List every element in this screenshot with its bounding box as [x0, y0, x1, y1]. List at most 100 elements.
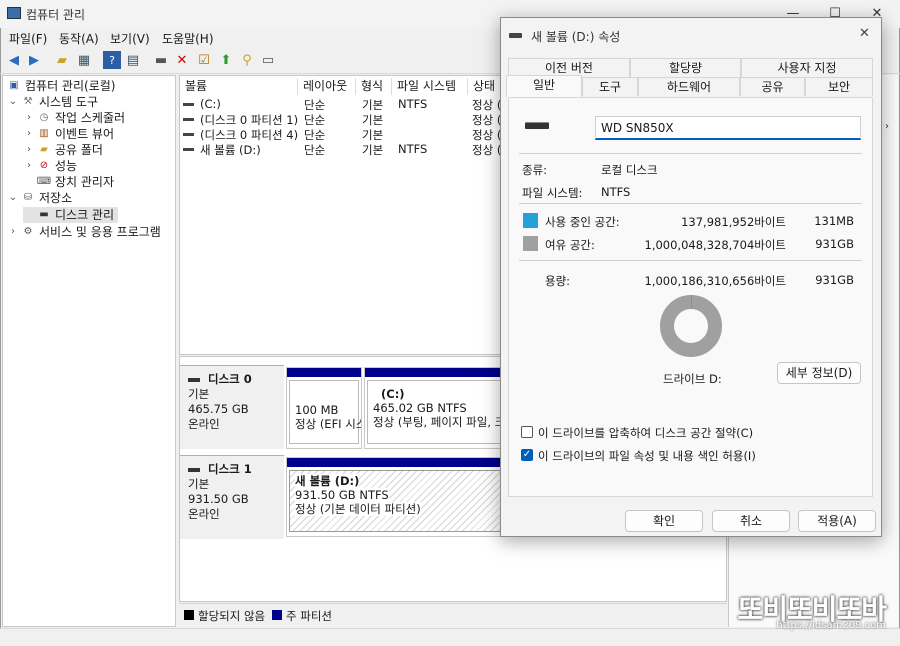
- delete-icon[interactable]: ✕: [173, 51, 191, 69]
- volume-name-input[interactable]: WD SN850X: [595, 116, 861, 140]
- shared-folder-icon: ▰: [40, 144, 48, 155]
- drive-letter-label: 드라이브 D:: [663, 372, 722, 386]
- cancel-button[interactable]: 취소: [712, 510, 790, 532]
- filesystem-label: 파일 시스템:: [522, 186, 583, 200]
- tree-services-apps[interactable]: › ⚙ 서비스 및 응용 프로그램: [7, 224, 161, 240]
- dialog-close-button[interactable]: ✕: [859, 26, 870, 41]
- apply-button[interactable]: 적용(A): [798, 510, 876, 532]
- column-header-filesystem[interactable]: 파일 시스템: [392, 78, 468, 95]
- tree-shared-folders[interactable]: › ▰ 공유 폴더: [23, 142, 103, 158]
- disk-icon: [188, 377, 200, 382]
- search-icon[interactable]: ⚲: [238, 51, 256, 69]
- used-space-label: 사용 중인 공간:: [545, 215, 620, 229]
- tree-event-viewer[interactable]: › ▥ 이벤트 뷰어: [23, 126, 114, 142]
- tree-disk-management[interactable]: ▬ 디스크 관리: [23, 207, 119, 223]
- performance-icon: ⊘: [39, 160, 49, 171]
- ok-button[interactable]: 확인: [625, 510, 703, 532]
- free-space-swatch: [523, 236, 538, 251]
- chevron-right-icon[interactable]: ›: [7, 224, 19, 240]
- help-icon[interactable]: ?: [103, 51, 121, 69]
- details-button[interactable]: 세부 정보(D): [777, 362, 861, 384]
- tab-hardware[interactable]: 하드웨어: [638, 77, 740, 96]
- column-header-layout[interactable]: 레이아웃: [298, 78, 356, 95]
- navigation-tree: ▣ 컴퓨터 관리(로컬) ⌄ ⚒ 시스템 도구 › ◷ 작업 스케줄러 › ▥ …: [2, 75, 176, 627]
- menu-file[interactable]: 파일(F): [9, 30, 47, 47]
- properties-dialog: 새 볼륨 (D:) 속성 ✕ 이전 버전 할당량 사용자 지정 일반 도구 하드…: [500, 17, 882, 537]
- list-icon[interactable]: ▭: [259, 51, 277, 69]
- index-checkbox[interactable]: ✓: [521, 449, 533, 461]
- disk-0-label[interactable]: 디스크 0 기본 465.75 GB 온라인: [180, 365, 284, 449]
- tab-row-bottom: 일반 도구 하드웨어 공유 보안: [506, 75, 873, 97]
- storage-icon: ⛁: [23, 192, 33, 203]
- properties-icon[interactable]: ▤: [124, 51, 142, 69]
- column-header-volume[interactable]: 볼륨: [180, 78, 298, 95]
- unallocated-swatch: [184, 610, 194, 620]
- general-panel: WD SN850X 종류: 로컬 디스크 파일 시스템: NTFS 사용 중인 …: [508, 97, 873, 497]
- tree-system-tools[interactable]: ⌄ ⚒ 시스템 도구: [7, 94, 98, 110]
- drive-icon: [183, 133, 194, 136]
- status-bar: [0, 628, 900, 646]
- chevron-down-icon[interactable]: ⌄: [7, 190, 19, 206]
- tab-quota[interactable]: 할당량: [630, 58, 741, 77]
- compress-label: 이 드라이브를 압축하여 디스크 공간 절약(C): [538, 426, 754, 440]
- tab-general[interactable]: 일반: [506, 75, 582, 97]
- usage-donut-chart: [660, 295, 722, 357]
- check-icon[interactable]: ☑: [195, 51, 213, 69]
- legend: 할당되지 않음 주 파티션: [179, 603, 727, 625]
- tree-task-scheduler[interactable]: › ◷ 작업 스케줄러: [23, 110, 125, 126]
- chevron-right-icon[interactable]: ›: [23, 110, 35, 126]
- watermark-url: https://idsam209.com: [776, 620, 886, 631]
- capacity-label: 용량:: [545, 274, 571, 288]
- forward-icon[interactable]: ▶: [25, 51, 43, 69]
- type-label: 종류:: [522, 163, 548, 177]
- folder-up-icon[interactable]: ▰: [53, 51, 71, 69]
- tree-performance[interactable]: › ⊘ 성능: [23, 158, 77, 174]
- capacity-size: 931GB: [815, 273, 854, 287]
- primary-partition-swatch: [272, 610, 282, 620]
- drive-icon: [509, 33, 522, 38]
- drive-icon: [183, 118, 194, 121]
- back-icon[interactable]: ◀: [5, 51, 23, 69]
- drive-icon: [525, 123, 549, 129]
- app-icon: [7, 7, 21, 19]
- connect-icon[interactable]: ▬: [152, 51, 170, 69]
- chevron-right-icon[interactable]: ›: [23, 126, 35, 142]
- disk-1-label[interactable]: 디스크 1 기본 931.50 GB 온라인: [180, 455, 284, 539]
- scroll-arrow-icon[interactable]: ›: [885, 121, 889, 132]
- chevron-right-icon[interactable]: ›: [23, 158, 35, 174]
- legend-unallocated: 할당되지 않음: [198, 609, 266, 623]
- tab-security[interactable]: 보안: [805, 77, 873, 96]
- index-label: 이 드라이브의 파일 속성 및 내용 색인 허용(I): [538, 449, 756, 463]
- free-space-bytes: 1,000,048,328,704바이트: [644, 238, 786, 252]
- menu-help[interactable]: 도움말(H): [162, 30, 214, 47]
- tree-device-manager[interactable]: ⌨ 장치 관리자: [23, 174, 114, 190]
- chevron-right-icon[interactable]: ›: [23, 142, 35, 158]
- drive-icon: [183, 103, 194, 106]
- show-tree-icon[interactable]: ▦: [75, 51, 93, 69]
- column-header-type[interactable]: 형식: [356, 78, 392, 95]
- tab-customize[interactable]: 사용자 지정: [741, 58, 873, 77]
- drive-icon: [183, 148, 194, 151]
- tab-tools[interactable]: 도구: [582, 77, 638, 96]
- free-space-ring: [660, 295, 722, 357]
- used-space-size: 131MB: [814, 214, 854, 228]
- chevron-down-icon[interactable]: ⌄: [7, 94, 19, 110]
- upload-icon[interactable]: ⬆: [217, 51, 235, 69]
- menu-action[interactable]: 동작(A): [59, 30, 99, 47]
- used-space-swatch: [523, 213, 538, 228]
- partition-efi[interactable]: 100 MB 정상 (EFI 시스: [286, 367, 362, 449]
- compress-checkbox[interactable]: [521, 426, 533, 438]
- tab-sharing[interactable]: 공유: [740, 77, 805, 96]
- filesystem-value: NTFS: [601, 185, 631, 199]
- disk-icon: ▬: [39, 209, 49, 220]
- computer-icon: ▣: [9, 80, 19, 91]
- tree-root[interactable]: ▣ 컴퓨터 관리(로컬): [5, 78, 115, 94]
- menu-view[interactable]: 보기(V): [110, 30, 150, 47]
- event-viewer-icon: ▥: [39, 128, 49, 139]
- services-icon: ⚙: [23, 226, 33, 237]
- type-value: 로컬 디스크: [601, 163, 658, 177]
- disk-icon: [188, 467, 200, 472]
- tools-icon: ⚒: [23, 96, 33, 107]
- dialog-title: 새 볼륨 (D:) 속성: [531, 30, 621, 44]
- tree-storage[interactable]: ⌄ ⛁ 저장소: [7, 190, 72, 206]
